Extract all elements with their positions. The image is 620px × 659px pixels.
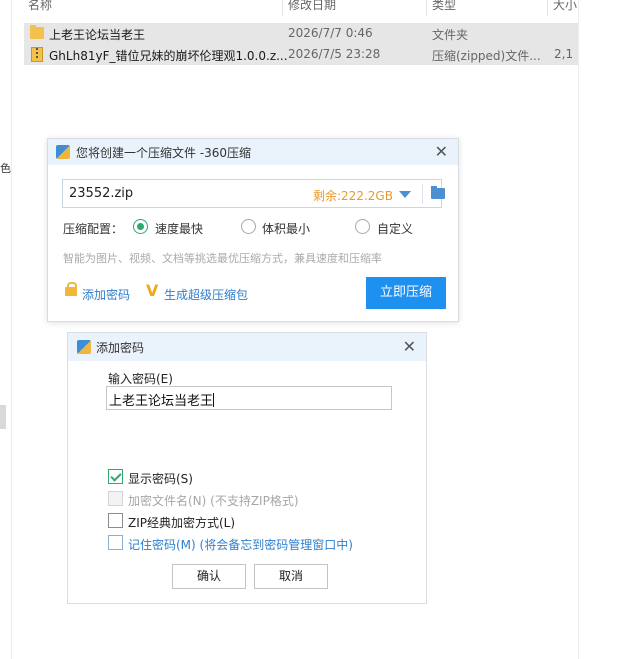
chevron-down-icon[interactable] [399, 191, 411, 198]
column-divider[interactable] [426, 0, 427, 16]
folder-icon [30, 25, 44, 39]
compress-hint: 智能为图片、视频、文档等挑选最优压缩方式，兼具速度和压缩率 [63, 252, 382, 265]
radio-custom[interactable] [355, 219, 370, 234]
password-dialog-title: 添加密码 [96, 341, 145, 355]
remember-password-label[interactable]: 记住密码(M) (将会备忘到密码管理窗口中) [128, 536, 353, 553]
zip-file-icon [31, 47, 43, 62]
archive-app-icon [77, 340, 91, 354]
password-dialog-titlebar[interactable]: 添加密码 ✕ [68, 333, 426, 361]
radio-fastest-label[interactable]: 速度最快 [155, 220, 203, 237]
radio-custom-label[interactable]: 自定义 [377, 220, 413, 237]
column-header-size[interactable]: 大小 [553, 0, 577, 13]
divider [422, 184, 423, 204]
explorer-right-pane [578, 0, 620, 659]
password-input[interactable]: 上老王论坛当老王 [106, 386, 392, 410]
column-divider[interactable] [282, 0, 283, 16]
file-date: 2026/7/7 0:46 [288, 26, 373, 40]
nav-pane-scrollbar[interactable] [0, 405, 6, 429]
close-icon[interactable]: ✕ [403, 339, 416, 355]
file-list-header: 名称 修改日期 类型 大小 [12, 0, 578, 16]
file-name: GhLh81yF_错位兄妹的崩坏伦理观1.0.0.z... [49, 49, 288, 63]
column-header-name[interactable]: 名称 [28, 0, 52, 13]
encrypt-filename-label: 加密文件名(N) (不支持ZIP格式) [128, 494, 299, 508]
file-name: 上老王论坛当老王 [49, 28, 146, 42]
column-header-date[interactable]: 修改日期 [288, 0, 336, 13]
file-type: 压缩(zipped)文件... [432, 49, 541, 63]
explorer-nav-pane[interactable]: 色 [0, 0, 12, 659]
file-date: 2026/7/5 23:28 [288, 47, 381, 61]
close-icon[interactable]: ✕ [435, 144, 448, 160]
remember-password-checkbox[interactable] [108, 535, 123, 550]
zip-classic-encryption-checkbox[interactable] [108, 513, 123, 528]
compress-config-label: 压缩配置： [63, 222, 124, 236]
archive-filename[interactable]: 23552.zip [69, 186, 133, 201]
text-caret [213, 393, 215, 407]
compress-now-button[interactable]: 立即压缩 [366, 277, 446, 309]
file-type: 文件夹 [432, 28, 469, 42]
add-password-link[interactable]: 添加密码 [82, 286, 130, 303]
compress-dialog-titlebar[interactable]: 您将创建一个压缩文件 -360压缩 ✕ [48, 139, 458, 165]
super-package-link[interactable]: 生成超级压缩包 [164, 286, 248, 303]
zip-classic-encryption-label[interactable]: ZIP经典加密方式(L) [128, 514, 235, 531]
cancel-button[interactable]: 取消 [254, 564, 328, 589]
column-divider[interactable] [547, 0, 548, 16]
desktop: 色 名称 修改日期 类型 大小 上老王论坛当老王 2026/7/7 0:46 文… [0, 0, 620, 659]
file-row-folder[interactable]: 上老王论坛当老王 2026/7/7 0:46 文件夹 [24, 23, 578, 44]
confirm-button[interactable]: 确认 [172, 564, 246, 589]
lock-icon [65, 282, 77, 296]
add-password-dialog: 添加密码 ✕ 输入密码(E) 上老王论坛当老王 显示密码(S) 加密文件名(N)… [67, 332, 427, 604]
column-header-type[interactable]: 类型 [432, 0, 456, 13]
file-size: 2,1 [554, 47, 574, 61]
super-package-icon: V [146, 281, 159, 300]
compress-dialog: 您将创建一个压缩文件 -360压缩 ✕ 23552.zip 剩余:222.2GB… [47, 138, 459, 322]
encrypt-filename-checkbox[interactable] [108, 491, 123, 506]
show-password-label[interactable]: 显示密码(S) [128, 470, 193, 487]
password-value: 上老王论坛当老王 [109, 394, 214, 409]
password-input-label: 输入密码(E) [108, 372, 173, 386]
browse-folder-icon[interactable] [431, 186, 445, 199]
archive-app-icon [56, 145, 70, 159]
free-space-label: 剩余:222.2GB [313, 189, 393, 203]
radio-fastest[interactable] [133, 219, 148, 234]
show-password-checkbox[interactable] [108, 469, 123, 484]
nav-pane-label: 色 [0, 162, 11, 175]
file-row-zip[interactable]: GhLh81yF_错位兄妹的崩坏伦理观1.0.0.z... 2026/7/5 2… [24, 44, 578, 65]
archive-path-field[interactable]: 23552.zip 剩余:222.2GB [62, 179, 445, 208]
compress-dialog-title: 您将创建一个压缩文件 -360压缩 [76, 146, 252, 160]
radio-smallest-label[interactable]: 体积最小 [262, 220, 310, 237]
radio-smallest[interactable] [241, 219, 256, 234]
